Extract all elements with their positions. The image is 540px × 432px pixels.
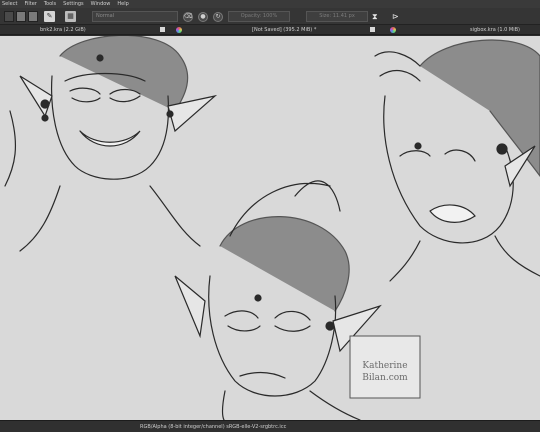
close-icon[interactable] bbox=[370, 27, 375, 32]
brush-size-slider[interactable]: Size: 11.41 px bbox=[306, 11, 368, 22]
tab-sigbox[interactable]: sigbox.kra (1.0 MiB) bbox=[470, 25, 520, 35]
pattern-swatch[interactable] bbox=[16, 11, 26, 22]
menu-tools[interactable]: Tools bbox=[44, 0, 56, 8]
menu-filter[interactable]: Filter bbox=[24, 0, 36, 8]
opacity-slider[interactable]: Opacity: 100% bbox=[228, 11, 290, 22]
close-icon[interactable] bbox=[160, 27, 165, 32]
color-space-info: RGB/Alpha (8-bit integer/channel) sRGB-e… bbox=[140, 424, 287, 430]
menu-help[interactable]: Help bbox=[117, 0, 128, 8]
tool-options-bar: ✎ ▦ Normal ⌫ ● ↻ Opacity: 100% Size: 11.… bbox=[0, 8, 540, 25]
menu-window[interactable]: Window bbox=[91, 0, 111, 8]
eraser-icon[interactable]: ⌫ bbox=[183, 12, 193, 22]
mirror-icon[interactable]: ⧗ bbox=[372, 11, 378, 22]
elf-face-skeptical bbox=[174, 180, 382, 420]
menu-select[interactable]: Select bbox=[2, 0, 17, 8]
brush-preset-icon[interactable]: ✎ bbox=[44, 11, 55, 22]
tab-not-saved[interactable]: [Not Saved] (395.2 MiB) * bbox=[252, 25, 316, 35]
blend-mode-select[interactable]: Normal bbox=[92, 11, 178, 22]
wrap-icon[interactable]: ⊳ bbox=[392, 11, 399, 22]
alpha-lock-icon[interactable]: ● bbox=[198, 12, 208, 22]
elf-face-laughing bbox=[4, 36, 218, 252]
document-tabs: bnk2.kra (2.2 GiB) [Not Saved] (395.2 Mi… bbox=[0, 25, 540, 35]
brush-editor-icon[interactable]: ▦ bbox=[65, 11, 76, 22]
menu-bar: Select Filter Tools Settings Window Help bbox=[0, 0, 540, 8]
color-profile-icon bbox=[176, 27, 182, 33]
status-bar: RGB/Alpha (8-bit integer/channel) sRGB-e… bbox=[0, 420, 540, 432]
sketch-artwork: Katherine Bilan.com bbox=[4, 36, 540, 420]
drawing-canvas[interactable]: Katherine Bilan.com bbox=[0, 36, 540, 420]
signature-line-1: Katherine bbox=[362, 361, 407, 371]
fill-swatch[interactable] bbox=[28, 11, 38, 22]
menu-settings[interactable]: Settings bbox=[63, 0, 84, 8]
color-profile-icon bbox=[390, 27, 396, 33]
elf-face-snarling bbox=[374, 39, 540, 282]
reload-icon[interactable]: ↻ bbox=[213, 12, 223, 22]
tab-bnk2[interactable]: bnk2.kra (2.2 GiB) bbox=[40, 25, 86, 35]
signature-line-2: Bilan.com bbox=[362, 373, 408, 383]
gradient-swatch[interactable] bbox=[4, 11, 14, 22]
